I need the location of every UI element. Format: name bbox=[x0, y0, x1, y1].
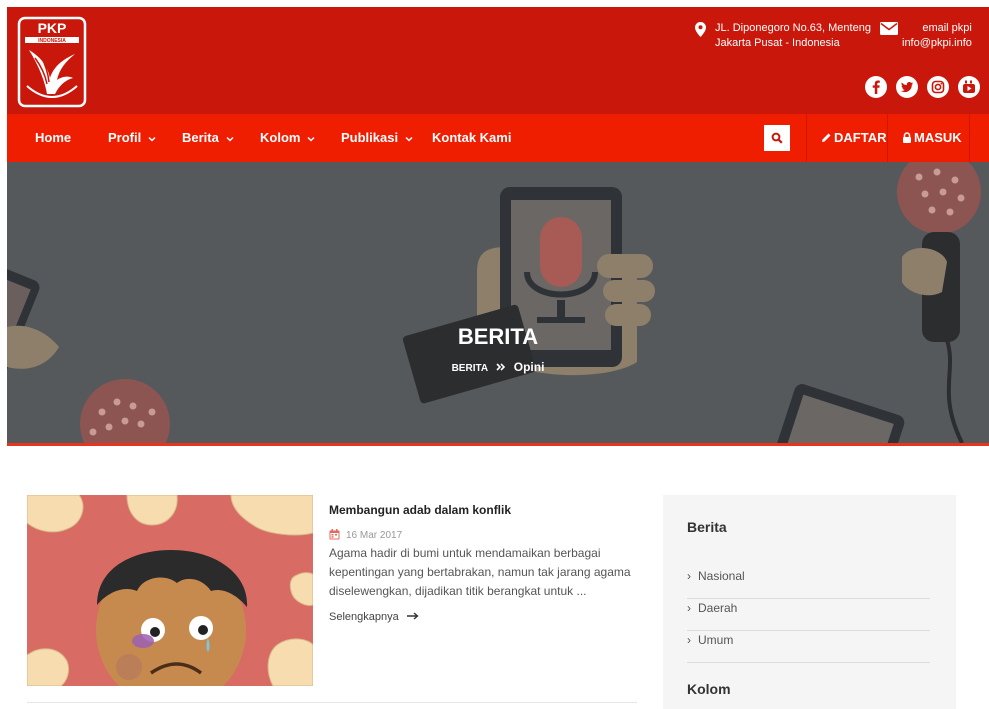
nav-profil-label: Profil bbox=[108, 130, 142, 145]
svg-text:PKP: PKP bbox=[38, 20, 67, 36]
youtube-icon[interactable] bbox=[958, 76, 980, 98]
svg-text:INDONESIA: INDONESIA bbox=[38, 38, 66, 44]
envelope-icon bbox=[880, 22, 898, 35]
map-pin-icon bbox=[695, 22, 706, 37]
chevron-down-icon bbox=[148, 136, 156, 142]
search-button[interactable] bbox=[764, 125, 790, 151]
party-logo[interactable]: PKP INDONESIA bbox=[17, 16, 87, 108]
twitter-icon[interactable] bbox=[896, 76, 918, 98]
nav-home[interactable]: Home bbox=[35, 114, 71, 162]
article-thumbnail[interactable] bbox=[27, 495, 313, 686]
double-chevron-right-icon bbox=[496, 363, 506, 371]
breadcrumb: BERITA Opini bbox=[7, 360, 989, 374]
sidebar-item-daerah[interactable]: › Daerah bbox=[687, 599, 930, 631]
sidebar-item-nasional[interactable]: › Nasional bbox=[687, 567, 930, 599]
sidebar-item-label: Daerah bbox=[698, 601, 738, 615]
sidebar-heading-kolom: Kolom bbox=[687, 681, 731, 697]
email-label: email pkpi bbox=[922, 22, 972, 34]
daftar-label: DAFTAR bbox=[834, 130, 887, 145]
pencil-icon bbox=[822, 133, 831, 142]
chevron-right-icon: › bbox=[687, 633, 691, 647]
sidebar: Berita › Nasional › Daerah › Umum Kolom bbox=[663, 495, 956, 709]
address-block: JL. Diponegoro No.63, Menteng Jakarta Pu… bbox=[695, 21, 871, 51]
chevron-right-icon: › bbox=[687, 601, 691, 615]
nav-kolom[interactable]: Kolom bbox=[260, 114, 315, 162]
social-links bbox=[865, 76, 980, 98]
article-date-text: 16 Mar 2017 bbox=[346, 530, 403, 541]
sidebar-item-umum[interactable]: › Umum bbox=[687, 631, 930, 663]
calendar-icon bbox=[329, 529, 340, 540]
masuk-label: MASUK bbox=[914, 130, 962, 145]
masuk-button[interactable]: MASUK bbox=[902, 114, 962, 162]
top-header: PKP INDONESIA JL. Diponegoro No.63, Ment… bbox=[7, 7, 989, 114]
article-divider bbox=[27, 702, 637, 703]
nav-home-label: Home bbox=[35, 130, 72, 145]
nav-divider bbox=[806, 114, 807, 162]
article-title[interactable]: Membangun adab dalam konflik bbox=[329, 503, 511, 517]
nav-divider bbox=[887, 114, 888, 162]
page-title: BERITA bbox=[457, 324, 539, 349]
hero-bottom-border bbox=[7, 443, 989, 446]
sad-face-illustration bbox=[27, 495, 313, 686]
nav-kolom-label: Kolom bbox=[260, 130, 301, 145]
chevron-down-icon bbox=[307, 136, 315, 142]
nav-publikasi-label: Publikasi bbox=[341, 130, 399, 145]
hero-illustration bbox=[7, 162, 981, 443]
nav-divider bbox=[969, 114, 970, 162]
email-block[interactable]: email pkpi info@pkpi.info bbox=[880, 21, 972, 51]
lock-icon bbox=[903, 132, 911, 143]
arrow-right-icon bbox=[406, 612, 419, 620]
address-line-2: Jakarta Pusat - Indonesia bbox=[715, 37, 840, 49]
instagram-icon[interactable] bbox=[927, 76, 949, 98]
search-icon bbox=[771, 132, 783, 144]
chevron-right-icon: › bbox=[687, 569, 691, 583]
nav-berita[interactable]: Berita bbox=[182, 114, 234, 162]
main-nav: Home Profil Berita Kolom Publikasi Konta… bbox=[7, 114, 989, 162]
nav-kontak-label: Kontak Kami bbox=[432, 130, 512, 145]
chevron-down-icon bbox=[226, 136, 234, 142]
read-more-label: Selengkapnya bbox=[329, 611, 399, 623]
address-line-1: JL. Diponegoro No.63, Menteng bbox=[715, 22, 871, 34]
sidebar-heading-berita: Berita bbox=[687, 519, 727, 535]
breadcrumb-current: Opini bbox=[513, 360, 545, 374]
sidebar-item-label: Nasional bbox=[698, 569, 745, 583]
breadcrumb-item[interactable]: BERITA bbox=[452, 363, 488, 374]
facebook-icon[interactable] bbox=[865, 76, 887, 98]
daftar-button[interactable]: DAFTAR bbox=[821, 114, 886, 162]
nav-berita-label: Berita bbox=[182, 130, 219, 145]
article-date: 16 Mar 2017 bbox=[329, 529, 402, 541]
nav-publikasi[interactable]: Publikasi bbox=[341, 114, 413, 162]
read-more-link[interactable]: Selengkapnya bbox=[329, 611, 419, 623]
email-value[interactable]: info@pkpi.info bbox=[902, 36, 972, 51]
chevron-down-icon bbox=[405, 136, 413, 142]
article-excerpt: Agama hadir di bumi untuk mendamaikan be… bbox=[329, 546, 631, 598]
nav-kontak-kami[interactable]: Kontak Kami bbox=[432, 114, 511, 162]
nav-profil[interactable]: Profil bbox=[108, 114, 156, 162]
hero-banner: BERITA BERITA Opini bbox=[7, 162, 989, 443]
sidebar-item-label: Umum bbox=[698, 633, 734, 647]
